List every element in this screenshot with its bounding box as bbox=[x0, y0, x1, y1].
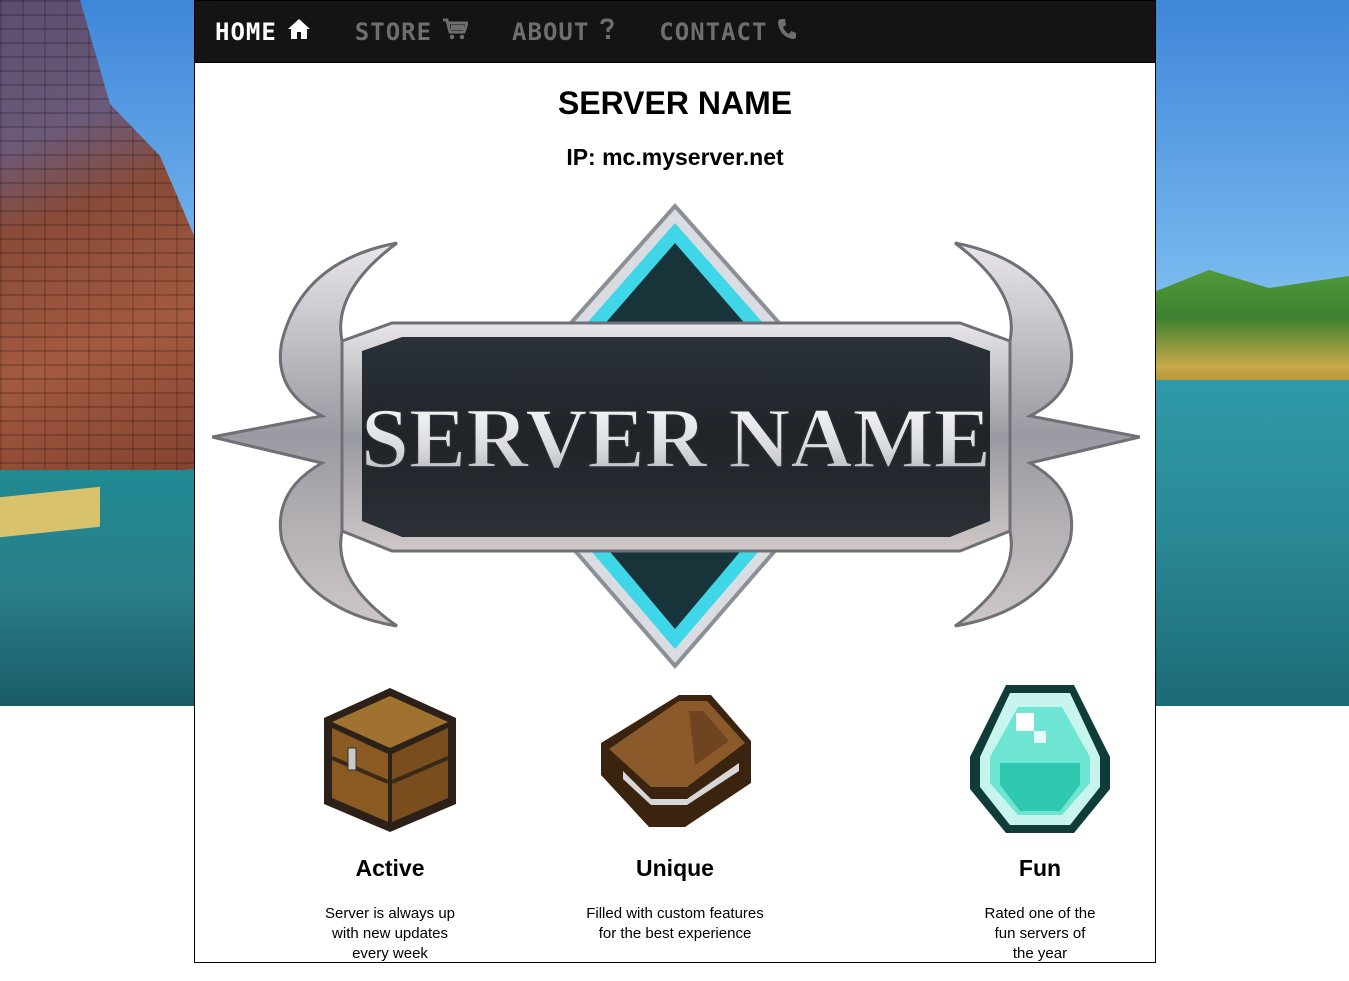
feature-active: Active Server is always up with new upda… bbox=[270, 681, 510, 962]
nav-store-label: STORE bbox=[354, 17, 433, 46]
nav-about[interactable]: ABOUT bbox=[512, 18, 615, 46]
features-section: Active Server is always up with new upda… bbox=[195, 681, 1155, 962]
chest-icon bbox=[270, 681, 510, 836]
logo-text: SERVER NAME bbox=[361, 390, 991, 486]
server-logo: SERVER NAME bbox=[211, 201, 1141, 671]
feature-fun-title: Fun bbox=[1018, 855, 1062, 881]
server-ip: IP: mc.myserver.net bbox=[566, 144, 784, 170]
nav-about-label: ABOUT bbox=[512, 17, 590, 46]
feature-fun-line-1: Rated one of the bbox=[984, 905, 1096, 922]
feature-active-title: Active bbox=[355, 855, 425, 881]
feature-active-description: Server is always up with new updates eve… bbox=[270, 904, 510, 962]
background-cliff bbox=[0, 0, 200, 494]
feature-fun-line-2: fun servers of bbox=[994, 925, 1086, 942]
nav-home-label: HOME bbox=[215, 17, 277, 46]
feature-fun-line-3: the year bbox=[1012, 945, 1068, 962]
nav-store[interactable]: STORE bbox=[354, 17, 470, 46]
diamond-icon bbox=[920, 681, 1155, 836]
question-icon bbox=[599, 18, 615, 45]
feature-unique: Unique Filled with custom features for t… bbox=[555, 681, 795, 944]
feature-fun-description: Rated one of the fun servers of the year bbox=[920, 904, 1155, 962]
nav-contact-label: CONTACT bbox=[659, 17, 768, 46]
feature-unique-description: Filled with custom features for the best… bbox=[555, 904, 795, 944]
nav-contact[interactable]: CONTACT bbox=[659, 18, 797, 46]
feature-active-line-1: Server is always up bbox=[324, 905, 456, 922]
home-icon bbox=[287, 18, 311, 45]
background-water-right bbox=[1149, 380, 1349, 706]
main-container: HOME STORE ABOUT CONTACT SERVER NAME IP:… bbox=[194, 0, 1156, 963]
page-title: SERVER NAME bbox=[557, 85, 793, 121]
feature-active-line-2: with new updates bbox=[332, 925, 448, 942]
top-nav: HOME STORE ABOUT CONTACT bbox=[195, 1, 1155, 63]
book-icon bbox=[555, 681, 795, 836]
phone-icon bbox=[777, 18, 797, 45]
background-trees bbox=[1149, 270, 1349, 390]
feature-active-line-3: every week bbox=[352, 945, 428, 962]
feature-fun: Fun Rated one of the fun servers of the … bbox=[920, 681, 1155, 962]
feature-unique-title: Unique bbox=[636, 855, 714, 881]
nav-home[interactable]: HOME bbox=[215, 18, 311, 46]
feature-unique-line-2: for the best experience bbox=[598, 925, 752, 942]
feature-unique-line-1: Filled with custom features bbox=[586, 905, 764, 922]
cart-icon bbox=[442, 18, 470, 45]
